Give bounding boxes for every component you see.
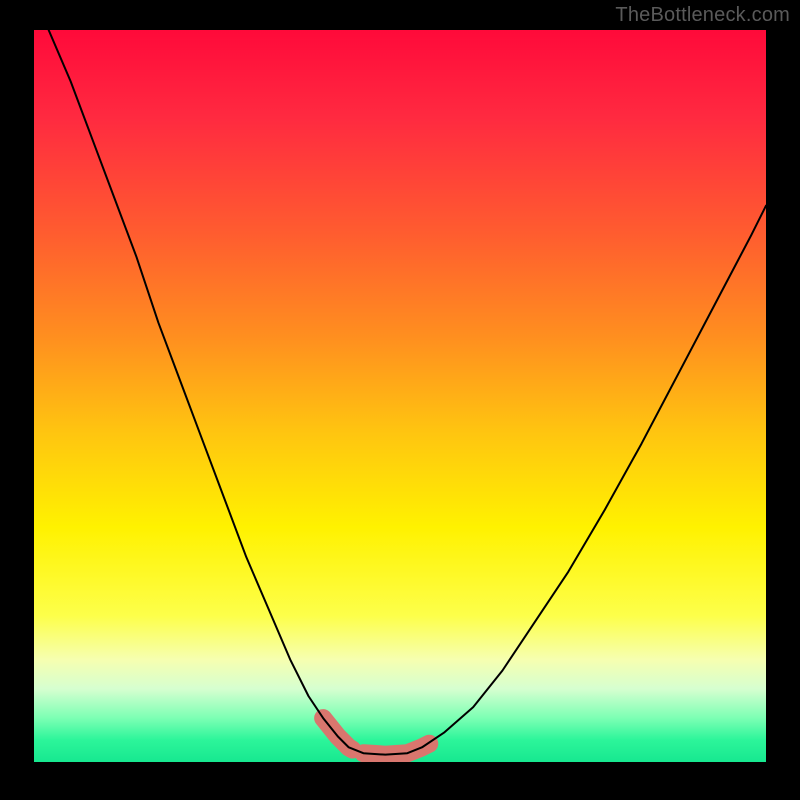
chart-svg [34, 30, 766, 762]
chart-background [34, 30, 766, 762]
watermark-text: TheBottleneck.com [615, 4, 790, 27]
chart-plot-area [34, 30, 766, 762]
